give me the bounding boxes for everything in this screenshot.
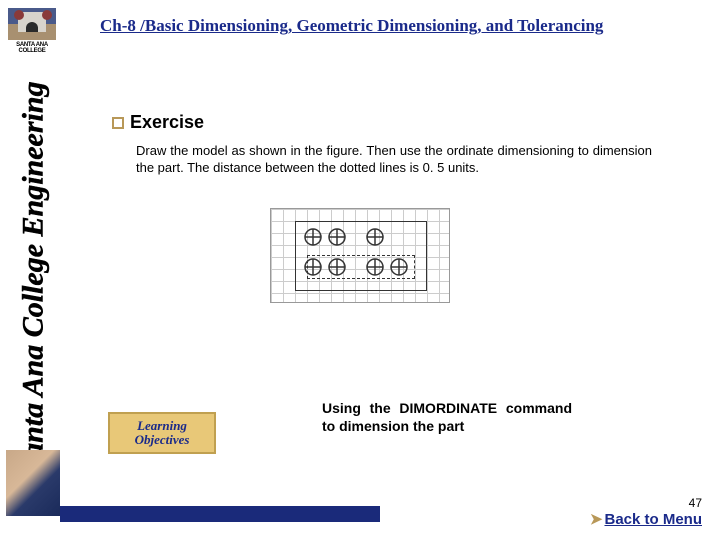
learning-line2: Objectives [135, 433, 190, 447]
exercise-figure [270, 208, 450, 303]
section-title: Exercise [112, 112, 682, 133]
logo-arch [26, 22, 38, 32]
bottom-bar [60, 506, 380, 522]
figure-caption: Using the DIMORDINATE command to dimensi… [322, 400, 572, 435]
learning-line1: Learning [137, 419, 187, 433]
circles-icon [295, 221, 427, 291]
instructor-photo [6, 450, 60, 516]
page-header: Ch-8 /Basic Dimensioning, Geometric Dime… [100, 16, 690, 36]
college-logo: SANTA ANA COLLEGE [8, 8, 56, 56]
vertical-title: Santa Ana College Engineering [17, 81, 51, 474]
exercise-body: Draw the model as shown in the figure. T… [112, 143, 652, 177]
back-to-menu-link[interactable]: ➤Back to Menu [590, 510, 702, 528]
page-number: 47 [689, 496, 702, 510]
back-link-text: Back to Menu [604, 511, 702, 528]
learning-objectives-box[interactable]: Learning Objectives [108, 412, 216, 454]
logo-dome-left [14, 10, 24, 20]
section-title-text: Exercise [130, 112, 204, 132]
bullet-icon [112, 117, 124, 129]
vertical-title-container: Santa Ana College Engineering [10, 80, 58, 475]
arrow-icon: ➤ [590, 510, 603, 528]
logo-dome-right [42, 10, 52, 20]
exercise-section: Exercise Draw the model as shown in the … [112, 112, 682, 177]
logo-caption: SANTA ANA COLLEGE [8, 42, 56, 54]
